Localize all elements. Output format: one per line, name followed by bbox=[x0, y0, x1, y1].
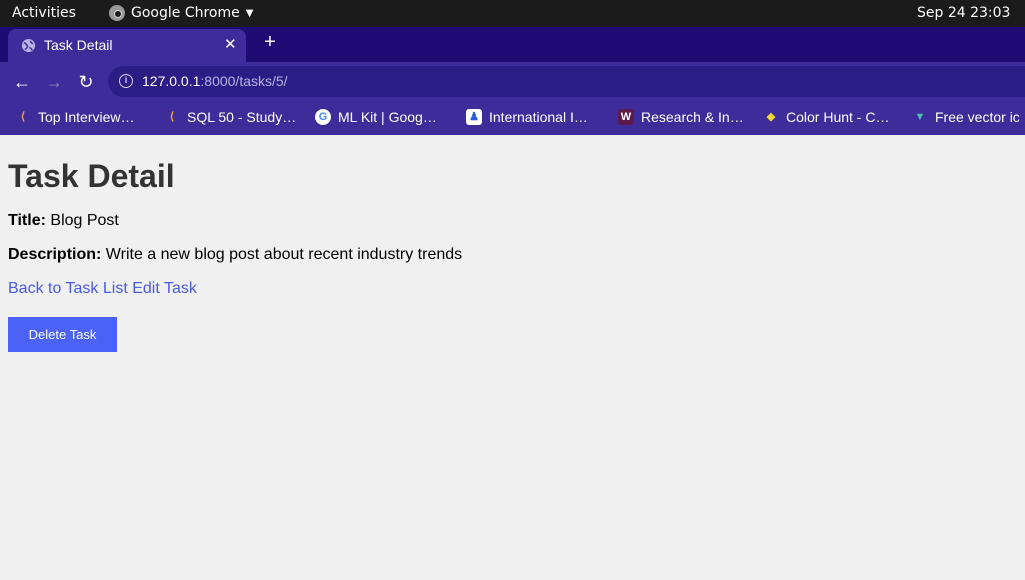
url-text[interactable]: 127.0.0.1:8000/tasks/5/ bbox=[142, 73, 288, 89]
back-to-list-link[interactable]: Back to Task List bbox=[8, 280, 128, 297]
url-path: :8000/tasks/5/ bbox=[200, 73, 288, 89]
address-bar[interactable]: i 127.0.0.1:8000/tasks/5/ bbox=[108, 66, 1025, 97]
browser-toolbar: ← → ↻ i 127.0.0.1:8000/tasks/5/ bbox=[0, 62, 1025, 101]
task-links: Back to Task List Edit Task bbox=[8, 280, 1017, 298]
tab-task-detail[interactable]: Task Detail ✕ bbox=[8, 29, 246, 62]
close-icon[interactable]: ✕ bbox=[224, 35, 237, 53]
edit-task-link[interactable]: Edit Task bbox=[132, 280, 197, 297]
system-top-bar: Activities Google Chrome ▼ Sep 24 23:03 bbox=[0, 0, 1025, 27]
description-value: Write a new blog post about recent indus… bbox=[105, 246, 463, 263]
bookmark-label: ML Kit | Goog… bbox=[338, 109, 437, 125]
bookmark-item[interactable]: W Research & In… bbox=[618, 109, 744, 125]
bookmark-label: Research & In… bbox=[641, 109, 744, 125]
bookmark-label: Color Hunt - C… bbox=[786, 109, 890, 125]
freevector-icon: ▼ bbox=[914, 111, 926, 123]
app-menu[interactable]: Google Chrome ▼ bbox=[109, 5, 253, 21]
title-label: Title: bbox=[8, 212, 46, 229]
activities-button[interactable]: Activities bbox=[12, 5, 76, 21]
google-icon: G bbox=[315, 109, 331, 125]
info-icon[interactable]: i bbox=[119, 74, 133, 88]
bookmark-label: International I… bbox=[489, 109, 588, 125]
leetcode-icon: ⟨ bbox=[169, 111, 175, 123]
app-name: Google Chrome bbox=[131, 5, 240, 21]
leetcode-icon: ⟨ bbox=[20, 111, 26, 123]
bookmark-item[interactable]: ♟ International I… bbox=[466, 109, 588, 125]
globe-icon bbox=[21, 38, 36, 53]
clock[interactable]: Sep 24 23:03 bbox=[917, 5, 1010, 21]
forward-arrow-icon[interactable]: → bbox=[41, 69, 67, 95]
bookmarks-bar: ⟨ Top Interview… ⟨ SQL 50 - Study… G ML Kit… bbox=[0, 101, 1025, 135]
colorhunt-icon: ◆ bbox=[766, 111, 776, 123]
tab-strip: Task Detail ✕ + bbox=[0, 27, 1025, 62]
page-content: Task Detail Title: Blog Post Description… bbox=[0, 136, 1025, 580]
intl-icon: ♟ bbox=[466, 109, 482, 125]
bookmark-item[interactable]: G ML Kit | Goog… bbox=[315, 109, 437, 125]
bookmark-label: Top Interview… bbox=[38, 109, 135, 125]
w-icon: W bbox=[618, 109, 634, 125]
description-label: Description: bbox=[8, 246, 102, 263]
caret-down-icon: ▼ bbox=[245, 7, 254, 19]
task-description-row: Description: Write a new blog post about… bbox=[8, 246, 1017, 264]
bookmark-label: SQL 50 - Study… bbox=[187, 109, 297, 125]
chrome-icon bbox=[109, 5, 125, 21]
tab-title: Task Detail bbox=[44, 37, 113, 53]
url-host: 127.0.0.1 bbox=[142, 73, 201, 89]
delete-task-button[interactable]: Delete Task bbox=[8, 317, 117, 352]
reload-icon[interactable]: ↻ bbox=[73, 69, 99, 95]
task-title-row: Title: Blog Post bbox=[8, 212, 1017, 230]
bookmark-item[interactable]: ◆ Color Hunt - C… bbox=[763, 109, 890, 125]
bookmark-label: Free vector ic bbox=[935, 109, 1020, 125]
bookmark-item[interactable]: ▼ Free vector ic bbox=[912, 109, 1020, 125]
new-tab-button[interactable]: + bbox=[259, 31, 281, 53]
back-arrow-icon[interactable]: ← bbox=[9, 69, 35, 95]
title-value: Blog Post bbox=[50, 212, 119, 229]
bookmark-item[interactable]: ⟨ Top Interview… bbox=[15, 109, 135, 125]
page-title: Task Detail bbox=[8, 158, 175, 194]
bookmark-item[interactable]: ⟨ SQL 50 - Study… bbox=[164, 109, 296, 125]
